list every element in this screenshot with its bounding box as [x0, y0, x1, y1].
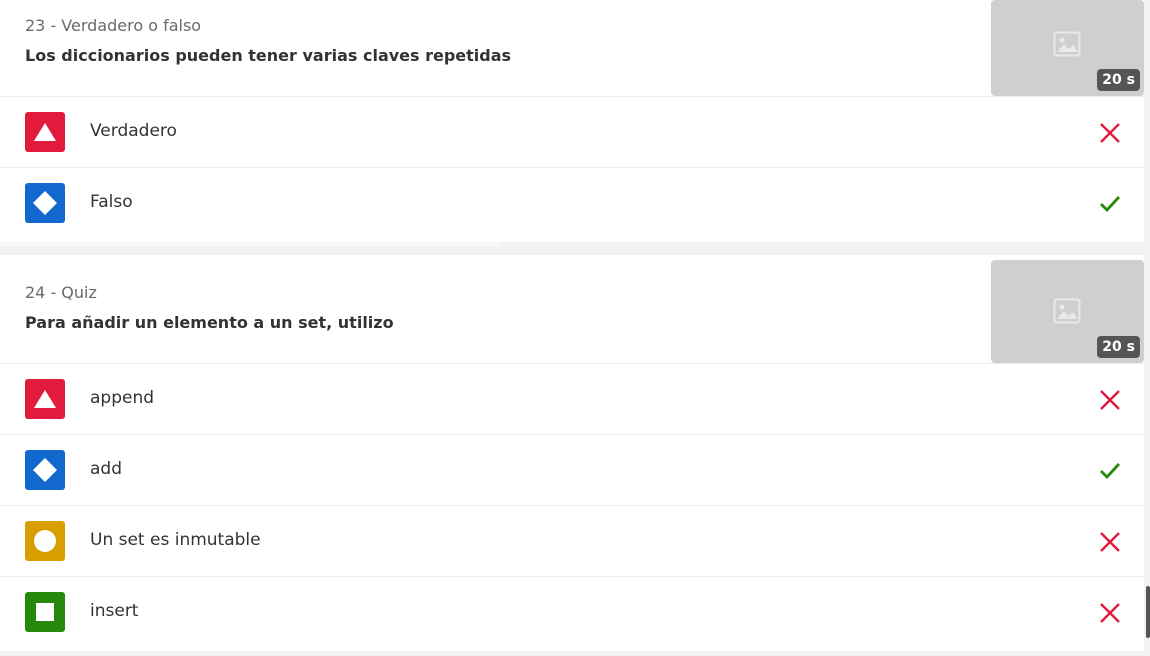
answer-label: Falso [90, 192, 133, 212]
answer-label: insert [90, 601, 139, 621]
card-separator [0, 242, 500, 247]
answer-label: add [90, 459, 122, 479]
answer-label: append [90, 388, 155, 408]
scrollbar-thumb[interactable] [1146, 586, 1150, 638]
image-placeholder-icon [1053, 31, 1081, 57]
correct-check-icon [1098, 192, 1122, 216]
question-image-thumbnail[interactable]: 20 s [991, 260, 1144, 363]
question-header: 23 - Verdadero o falso Los diccionarios … [0, 0, 1144, 97]
incorrect-x-icon [1098, 388, 1122, 412]
question-card-24: 24 - Quiz Para añadir un elemento a un s… [0, 255, 1144, 651]
answer-row: Falso [0, 168, 1144, 238]
incorrect-x-icon [1098, 121, 1122, 145]
question-meta: 23 - Verdadero o falso [25, 16, 202, 35]
incorrect-x-icon [1098, 601, 1122, 625]
incorrect-x-icon [1098, 530, 1122, 554]
diamond-icon [25, 183, 65, 223]
question-title: Para añadir un elemento a un set, utiliz… [25, 313, 394, 332]
answer-row: Un set es inmutable [0, 506, 1144, 577]
question-header: 24 - Quiz Para añadir un elemento a un s… [0, 255, 1144, 364]
answer-label: Un set es inmutable [90, 530, 261, 550]
image-placeholder-icon [1053, 298, 1081, 324]
diamond-icon [25, 450, 65, 490]
answer-row: append [0, 364, 1144, 435]
question-title: Los diccionarios pueden tener varias cla… [25, 46, 512, 65]
square-icon [25, 592, 65, 632]
time-limit-badge: 20 s [1097, 69, 1140, 91]
answer-label: Verdadero [90, 121, 177, 141]
answer-row: insert [0, 577, 1144, 647]
question-meta: 24 - Quiz [25, 283, 97, 302]
triangle-icon [25, 379, 65, 419]
answer-row: add [0, 435, 1144, 506]
circle-icon [25, 521, 65, 561]
question-card-23: 23 - Verdadero o falso Los diccionarios … [0, 0, 1144, 242]
triangle-icon [25, 112, 65, 152]
time-limit-badge: 20 s [1097, 336, 1140, 358]
correct-check-icon [1098, 459, 1122, 483]
answer-row: Verdadero [0, 97, 1144, 168]
question-image-thumbnail[interactable]: 20 s [991, 0, 1144, 96]
